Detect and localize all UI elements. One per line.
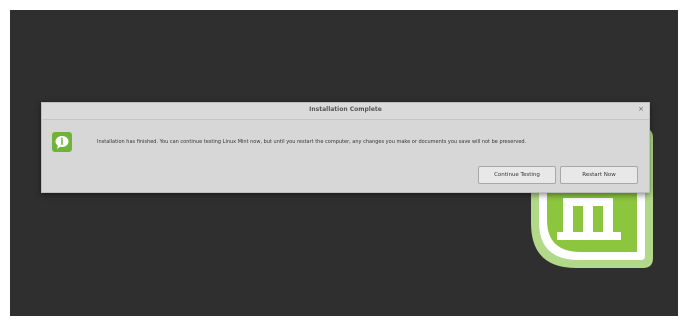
dialog-titlebar: Installation Complete × bbox=[42, 103, 649, 120]
restart-now-button[interactable]: Restart Now bbox=[560, 166, 638, 184]
dialog-title: Installation Complete bbox=[309, 106, 382, 113]
close-icon[interactable]: × bbox=[638, 105, 644, 113]
installation-complete-dialog: Installation Complete × i Installation h… bbox=[41, 102, 650, 193]
desktop-screen: Installation Complete × i Installation h… bbox=[10, 10, 678, 316]
info-icon: i bbox=[52, 132, 72, 152]
svg-text:i: i bbox=[60, 138, 64, 148]
dialog-message: Installation has finished. You can conti… bbox=[97, 139, 527, 145]
continue-testing-button[interactable]: Continue Testing bbox=[478, 166, 556, 184]
